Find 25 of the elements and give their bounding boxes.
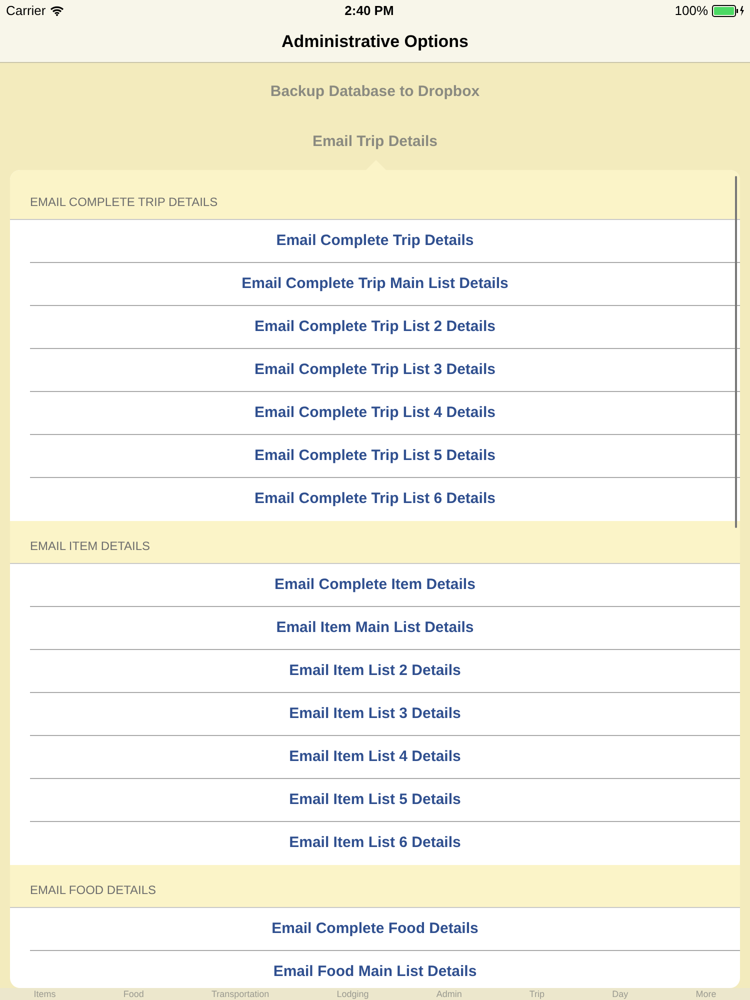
menu-row[interactable]: Email Complete Trip Details [276,230,494,252]
menu-row[interactable]: Email Item List 4 Details [289,746,481,768]
menu-row[interactable]: Email Item List 5 Details [289,788,481,812]
section-header: EMAIL ITEM DETAILS [30,538,150,555]
menu-row[interactable]: Email Food Main List Details [273,961,497,984]
section-header: EMAIL COMPLETE TRIP DETAILS [30,194,218,211]
menu-row[interactable]: Email Complete Trip List 3 Details [254,358,516,382]
nav-title: Administrative Options [281,30,469,53]
wifi-icon [50,6,64,16]
menu-row[interactable]: Email Complete Item Details [274,574,496,596]
menu-row[interactable]: Email Complete Trip List 4 Details [254,402,516,424]
time-label: 2:40 PM [344,2,394,20]
battery-label: 100% [674,2,708,20]
carrier-label: Carrier [6,2,46,20]
battery-icon [712,4,744,16]
menu-row[interactable]: Email Complete Trip List 2 Details [254,316,516,338]
menu-row[interactable]: Email Complete Trip List 6 Details [254,488,516,511]
menu-row[interactable]: Email Complete Trip List 5 Details [254,444,516,468]
menu-row[interactable]: Email Item List 6 Details [289,832,481,855]
menu-row[interactable]: Email Complete Food Details [272,918,498,940]
menu-row[interactable]: Email Item List 3 Details [289,702,481,726]
menu-row[interactable]: Email Item List 2 Details [289,660,481,682]
section-header: EMAIL FOOD DETAILS [30,882,156,899]
menu-row[interactable]: Email Item Main List Details [276,616,494,640]
menu-row[interactable]: Email Complete Trip Main List Details [242,272,528,296]
